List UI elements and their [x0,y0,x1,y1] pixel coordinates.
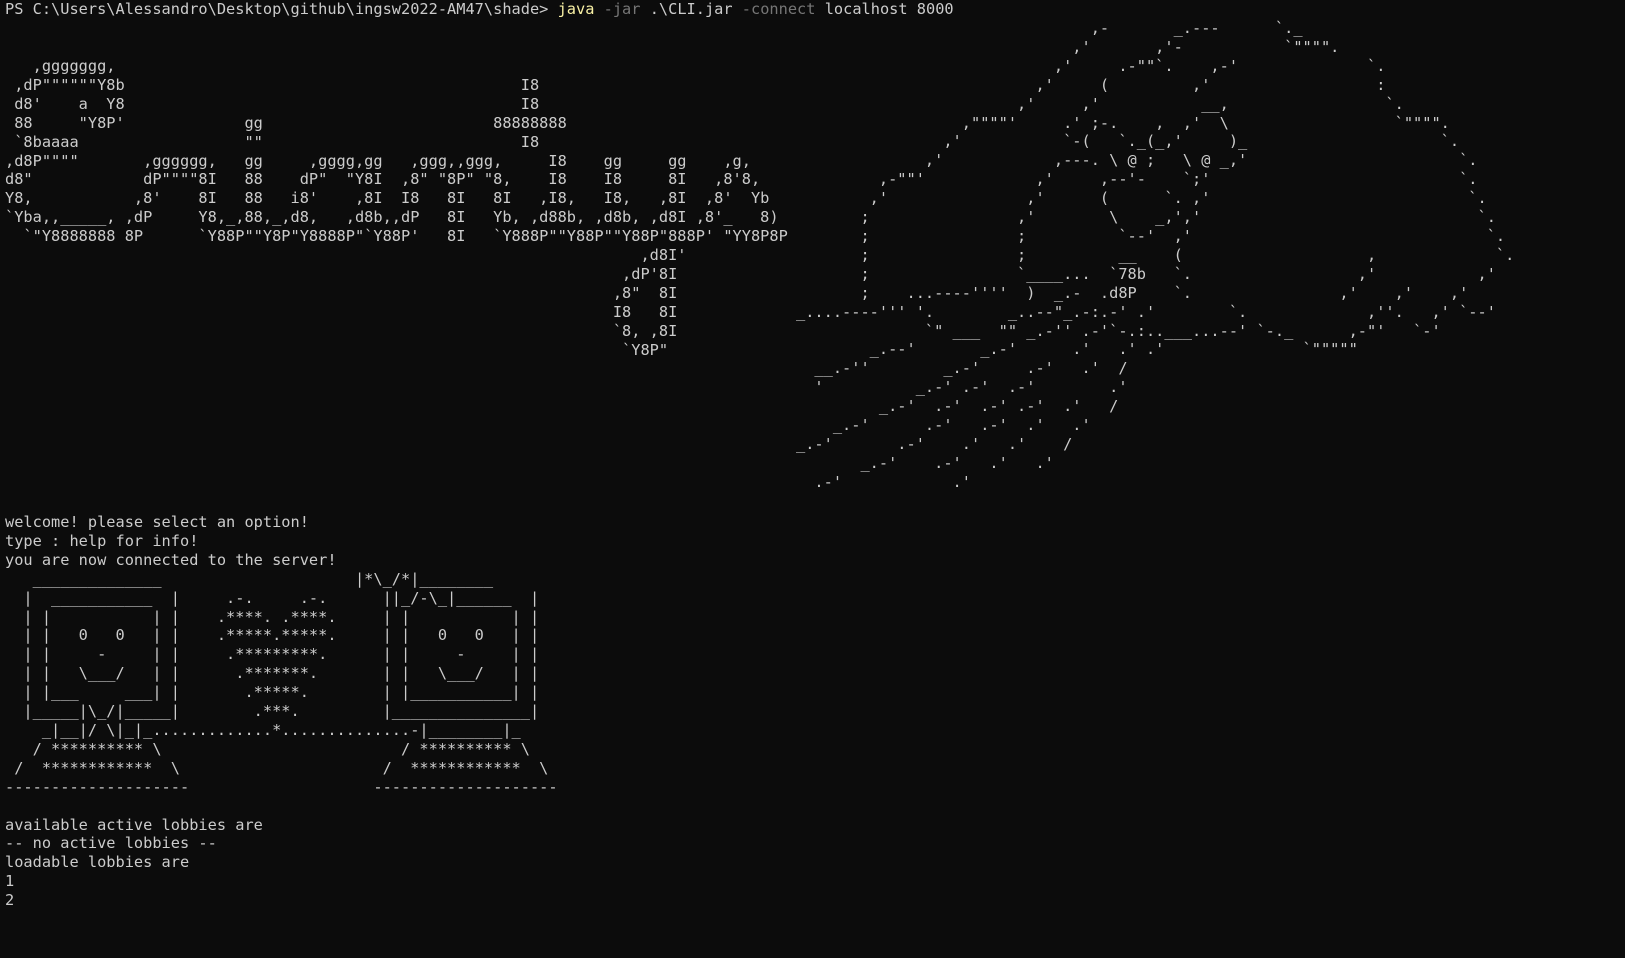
active-lobbies-header: available active lobbies are [5,815,263,834]
loadable-lobbies-header: loadable lobbies are [5,853,190,872]
command-java: java [557,0,595,18]
shell-prompt: PS C:\Users\Alessandro\Desktop\github\in… [5,0,558,18]
command-connect-flag: -connect [732,0,816,18]
owl-art-lines: ,- _.--- `._ ,' ,'- `"""". ,' .-""`. ,-'… [796,19,1515,491]
owl-ascii-art: ,- _.--- `._ ,' ,'- `"""". ,' .-""`. ,-'… [796,19,1514,492]
welcome-message: welcome! please select an option! [5,513,309,531]
lobby-list: available active lobbies are -- no activ… [5,816,558,911]
loadable-lobby-item: 2 [5,891,15,910]
console-output: welcome! please select an option! type :… [5,513,558,910]
command-port: 8000 [907,0,954,18]
command-host: localhost [815,0,908,18]
logo-art-lines: ,ggggggg, ,dP""""""Y8b I8 d8' a Y8 I8 88… [5,57,788,359]
eriantys-ascii-logo: ,ggggggg, ,dP""""""Y8b I8 d8' a Y8 I8 88… [5,57,788,360]
command-jar-path: .\CLI.jar [640,0,733,18]
help-hint-message: type : help for info! [5,531,199,550]
command-jar-flag: -jar [594,0,641,18]
no-active-lobbies-text: -- no active lobbies -- [5,834,217,853]
lobby-ascii-art: ______________ |*\_/*|________ | _______… [5,569,558,796]
connected-message: you are now connected to the server! [5,550,337,569]
lobby-spacer [5,797,558,816]
command-line: PS C:\Users\Alessandro\Desktop\github\in… [5,0,954,19]
welcome-messages: welcome! please select an option! type :… [5,513,558,570]
loadable-lobby-item: 1 [5,872,15,891]
